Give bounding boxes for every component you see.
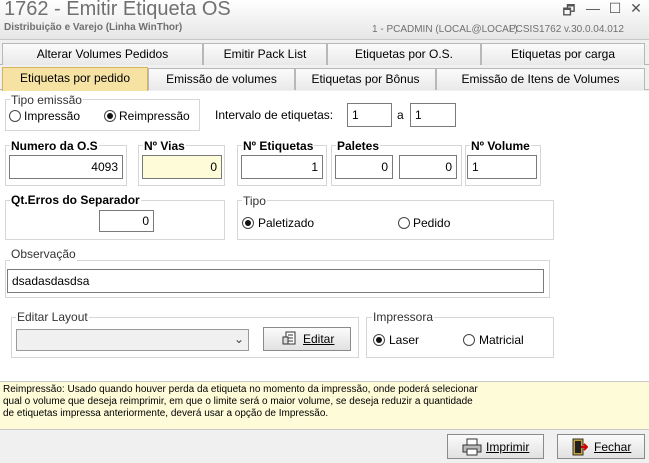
fechar-button[interactable]: Fechar [557, 434, 645, 459]
tab-etiquetas-por-carga[interactable]: Etiquetas por carga [481, 43, 645, 65]
radio-laser[interactable] [373, 334, 385, 346]
num-volume-input[interactable]: 1 [467, 155, 537, 179]
num-volume-label: Nº Volume [470, 139, 531, 153]
num-vias-input[interactable]: 0 [142, 155, 222, 179]
exit-door-icon [572, 438, 588, 456]
editar-button-label: Editar [303, 332, 335, 346]
tab-row-top: Alterar Volumes Pedidos Emitir Pack List… [0, 41, 649, 65]
printer-icon [462, 438, 482, 456]
tipo-emissao-label: Tipo emissão [10, 93, 83, 107]
version-info: PCSIS1762 v.30.0.04.012 [509, 24, 624, 35]
editar-layout-label: Editar Layout [16, 310, 89, 324]
tab-etiquetas-por-os[interactable]: Etiquetas por O.S. [327, 43, 481, 65]
intervalo-from-input[interactable]: 1 [347, 103, 392, 127]
title-bar: 1762 - Emitir Etiqueta OS Distribuição e… [0, 0, 649, 40]
tab-etiquetas-por-bonus[interactable]: Etiquetas por Bônus [295, 68, 436, 90]
observacao-input[interactable]: dsadasdasdsa [7, 269, 544, 293]
paletes-input-2[interactable]: 0 [399, 155, 457, 179]
chevron-down-icon[interactable]: ⌄ [234, 332, 244, 346]
radio-matricial-label[interactable]: Matricial [479, 333, 524, 347]
radio-paletizado[interactable] [242, 217, 254, 229]
radio-impressao[interactable] [9, 110, 21, 122]
close-icon[interactable]: ✕ [627, 0, 645, 17]
observacao-label: Observação [10, 247, 77, 261]
tab-emissao-itens-volumes[interactable]: Emissão de Itens de Volumes [436, 68, 645, 90]
radio-laser-label[interactable]: Laser [389, 333, 419, 347]
num-etiquetas-label: Nº Etiquetas [242, 139, 315, 153]
num-vias-label: Nº Vias [143, 139, 186, 153]
tab-alterar-volumes-pedidos[interactable]: Alterar Volumes Pedidos [2, 43, 203, 65]
radio-reimpressao[interactable] [104, 110, 116, 122]
radio-reimpressao-label[interactable]: Reimpressão [119, 109, 190, 123]
numero-os-input[interactable]: 4093 [9, 155, 123, 179]
num-etiquetas-input[interactable]: 1 [241, 155, 323, 179]
restore-icon[interactable]: 🗗 [560, 0, 578, 24]
tab-emitir-pack-list[interactable]: Emitir Pack List [203, 43, 327, 65]
tab-emissao-de-volumes[interactable]: Emissão de volumes [148, 68, 295, 90]
intervalo-label: Intervalo de etiquetas: [215, 108, 334, 122]
qt-erros-input[interactable]: 0 [99, 210, 154, 232]
paletes-input-1[interactable]: 0 [335, 155, 393, 179]
window-subtitle: Distribuição e Varejo (Linha WinThor) [4, 22, 183, 33]
footer-bar: Imprimir Fechar [0, 429, 649, 463]
imprimir-button[interactable]: Imprimir [447, 434, 544, 459]
radio-paletizado-label[interactable]: Paletizado [258, 216, 314, 230]
intervalo-separator: a [397, 108, 404, 122]
tab-row-bottom: Etiquetas por pedido Emissão de volumes … [0, 66, 649, 91]
radio-impressao-label[interactable]: Impressão [24, 109, 80, 123]
window-title: 1762 - Emitir Etiqueta OS [4, 0, 231, 20]
tab-content-etiquetas-por-pedido: Tipo emissão Impressão Reimpressão Inter… [0, 91, 649, 381]
minimize-icon[interactable]: — [584, 0, 602, 16]
intervalo-to-input[interactable]: 1 [410, 103, 456, 127]
numero-os-label: Numero da O.S [10, 139, 99, 153]
imprimir-button-label: Imprimir [486, 440, 530, 454]
hint-line-2: qual o volume que deseja reimprimir, em … [3, 396, 473, 407]
paletes-label: Paletes [336, 139, 381, 153]
editar-button[interactable]: Editar [263, 327, 351, 351]
hint-line-3: de etiquetas impressa anteriormente, dev… [3, 408, 329, 419]
help-hint: Reimpressão: Usado quando houver perda d… [0, 381, 649, 429]
tab-etiquetas-por-pedido[interactable]: Etiquetas por pedido [2, 67, 148, 91]
fechar-button-label: Fechar [594, 440, 632, 454]
impressora-label: Impressora [372, 310, 435, 324]
layout-select[interactable]: ⌄ [16, 329, 249, 351]
radio-pedido-label[interactable]: Pedido [413, 216, 450, 230]
connection-info: 1 - PCADMIN (LOCAL@LOCAL) [372, 24, 518, 35]
tipo-label: Tipo [242, 194, 267, 208]
qt-erros-label: Qt.Erros do Separador [10, 193, 141, 207]
radio-pedido[interactable] [398, 217, 410, 229]
hint-line-1: Reimpressão: Usado quando houver perda d… [3, 384, 478, 395]
radio-matricial[interactable] [463, 334, 475, 346]
edit-layout-icon [282, 331, 296, 345]
maximize-icon[interactable]: ☐ [606, 0, 624, 17]
